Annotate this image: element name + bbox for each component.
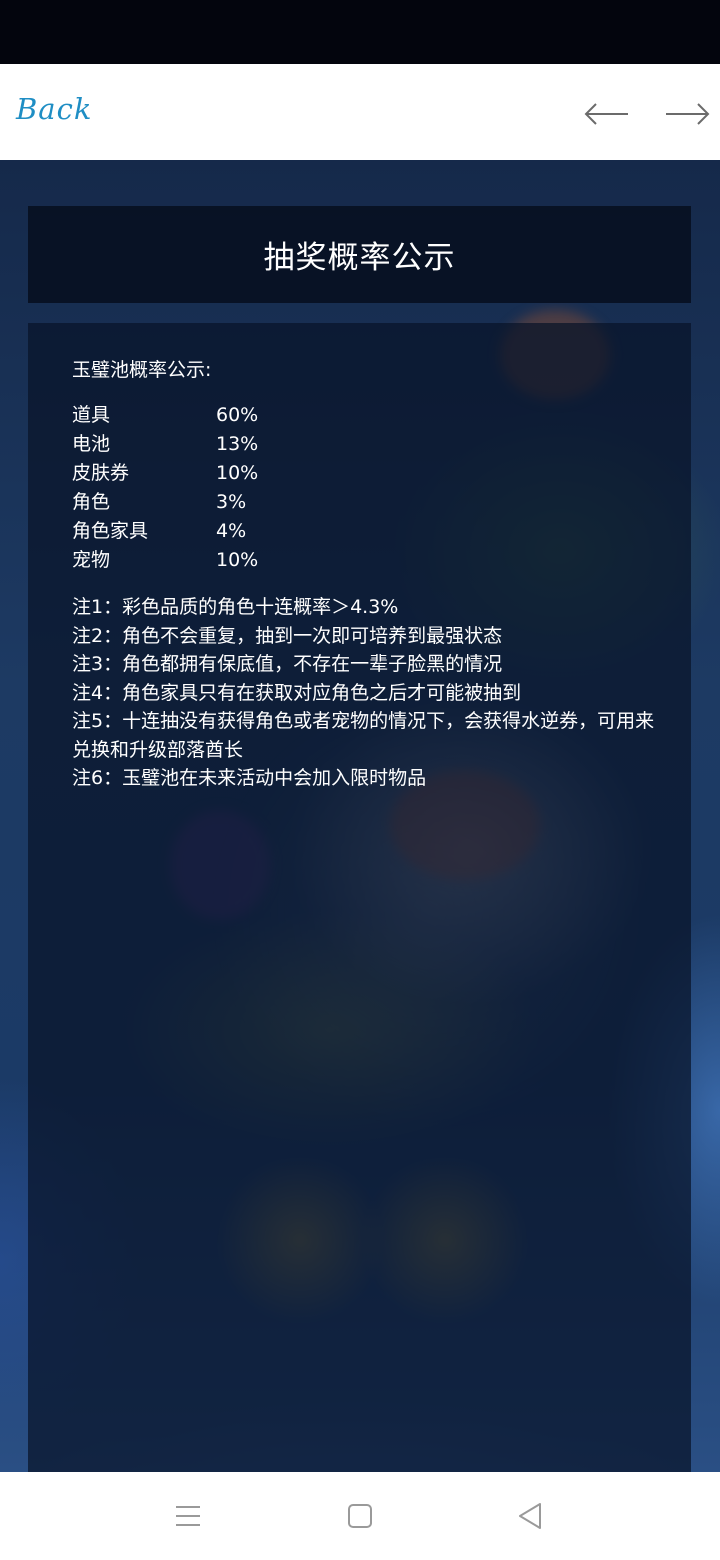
note-item: 注5：十连抽没有获得角色或者宠物的情况下，会获得水逆券，可用来兑换和升级部落酋长 xyxy=(72,710,655,761)
item-name: 道具 xyxy=(72,404,111,426)
arrow-left-icon[interactable] xyxy=(582,96,630,132)
status-bar xyxy=(0,0,720,64)
item-probability: 60% xyxy=(216,404,259,426)
item-name: 电池 xyxy=(72,433,111,455)
menu-icon[interactable] xyxy=(168,1500,208,1532)
item-name: 皮肤券 xyxy=(72,462,130,484)
item-probability: 3% xyxy=(216,491,247,513)
pool-heading: 玉璧池概率公示: xyxy=(72,359,212,381)
item-probability: 4% xyxy=(216,520,247,542)
home-square-icon[interactable] xyxy=(340,1500,380,1532)
note-item: 注2：角色不会重复，抽到一次即可培养到最强状态 xyxy=(72,624,503,647)
system-navigation-bar xyxy=(0,1472,720,1560)
note-item: 注3：角色都拥有保底值，不存在一辈子脸黑的情况 xyxy=(72,653,503,675)
probability-row: 电池 13% xyxy=(72,430,296,459)
title-panel: 抽奖概率公示 xyxy=(28,206,691,303)
item-name: 角色家具 xyxy=(72,520,149,542)
content-area: 抽奖概率公示 玉璧池概率公示: 道具 60% 电池 13% 皮肤券 10% 角色… xyxy=(0,160,720,1472)
note-item: 注1：彩色品质的角色十连概率＞4.3% xyxy=(72,596,399,618)
notes-list: 注1：彩色品质的角色十连概率＞4.3% 注2：角色不会重复，抽到一次即可培养到最… xyxy=(72,593,657,793)
back-button[interactable]: Back xyxy=(16,92,92,126)
top-navigation-bar: Back xyxy=(0,64,720,160)
note-item: 注6：玉璧池在未来活动中会加入限时物品 xyxy=(72,767,427,789)
back-triangle-icon[interactable] xyxy=(510,1500,550,1532)
item-probability: 10% xyxy=(216,549,259,571)
probability-list: 道具 60% 电池 13% 皮肤券 10% 角色 3% 角色家具 4% 宠物 1… xyxy=(72,401,296,575)
item-probability: 10% xyxy=(216,462,259,484)
probability-row: 角色 3% xyxy=(72,488,296,517)
probability-row: 宠物 10% xyxy=(72,546,296,575)
page-title: 抽奖概率公示 xyxy=(263,240,456,276)
arrow-right-icon[interactable] xyxy=(664,96,712,132)
probability-row: 道具 60% xyxy=(72,401,296,430)
item-probability: 13% xyxy=(216,433,259,455)
probability-row: 角色家具 4% xyxy=(72,517,296,546)
item-name: 宠物 xyxy=(72,549,111,571)
note-item: 注4：角色家具只有在获取对应角色之后才可能被抽到 xyxy=(72,681,522,704)
probability-panel: 玉璧池概率公示: 道具 60% 电池 13% 皮肤券 10% 角色 3% 角色家… xyxy=(28,323,691,1472)
item-name: 角色 xyxy=(72,491,111,513)
probability-row: 皮肤券 10% xyxy=(72,459,296,488)
